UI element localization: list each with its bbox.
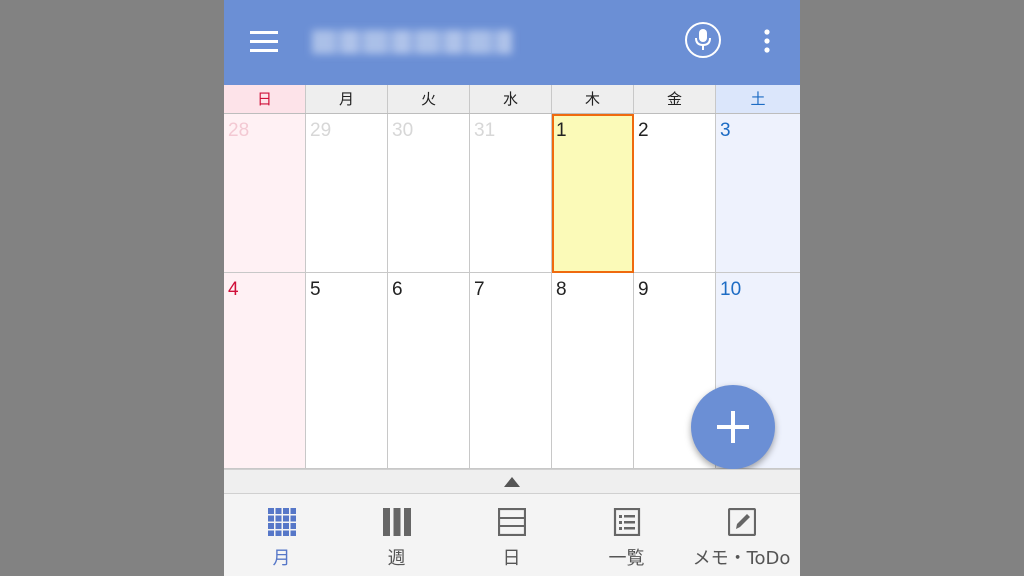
nav-item-2[interactable]: 日: [454, 494, 569, 576]
weekday-label: 月: [306, 85, 388, 113]
nav-item-0[interactable]: 月: [224, 494, 339, 576]
day-number: 7: [474, 279, 485, 300]
plus-icon: [717, 411, 749, 443]
weekday-label: 火: [388, 85, 470, 113]
month-grid-icon: [268, 508, 297, 537]
day-number: 30: [392, 120, 414, 141]
weekday-header: 日月火水木金土: [224, 85, 800, 114]
day-cell[interactable]: 5: [306, 273, 388, 469]
weekday-label: 金: [634, 85, 716, 113]
nav-item-label: メモ・ToDo: [692, 548, 791, 569]
day-number: 29: [310, 120, 332, 141]
day-number: 1: [556, 120, 567, 141]
day-cell[interactable]: 29: [306, 114, 388, 273]
bottom-navigation: 月 週 日 一覧 メモ・ToDo: [224, 494, 800, 576]
weekday-label: 木: [552, 85, 634, 113]
nav-item-4[interactable]: メモ・ToDo: [684, 494, 799, 576]
day-number: 3: [720, 120, 731, 141]
day-number: 6: [392, 279, 403, 300]
nav-item-label: 日: [502, 548, 521, 569]
nav-item-1[interactable]: 週: [339, 494, 454, 576]
expand-handle[interactable]: [224, 469, 800, 494]
nav-item-label: 一覧: [608, 548, 645, 569]
weekday-label: 土: [716, 85, 800, 113]
more-vertical-icon[interactable]: [758, 28, 776, 56]
list-icon: [613, 507, 641, 537]
weekday-label: 日: [224, 85, 306, 113]
add-event-button[interactable]: [691, 385, 775, 469]
day-rows-icon: [497, 507, 527, 537]
week-columns-icon: [383, 508, 411, 536]
hamburger-menu-icon[interactable]: [250, 28, 280, 56]
day-cell[interactable]: 28: [224, 114, 306, 273]
day-cell[interactable]: 2: [634, 114, 716, 273]
nav-item-label: 週: [387, 548, 406, 569]
day-cell[interactable]: 3: [716, 114, 800, 273]
triangle-up-icon: [504, 477, 520, 487]
day-number: 9: [638, 279, 649, 300]
day-number: 28: [228, 120, 250, 141]
day-number: 10: [720, 279, 742, 300]
day-cell[interactable]: 31: [470, 114, 552, 273]
day-number: 4: [228, 279, 239, 300]
day-number: 31: [474, 120, 496, 141]
day-cell[interactable]: 7: [470, 273, 552, 469]
weekday-label: 水: [470, 85, 552, 113]
day-cell[interactable]: 6: [388, 273, 470, 469]
day-number: 8: [556, 279, 567, 300]
memo-pencil-icon: [727, 507, 757, 537]
day-number: 5: [310, 279, 321, 300]
day-cell[interactable]: 4: [224, 273, 306, 469]
microphone-icon[interactable]: [685, 22, 721, 58]
day-cell-today[interactable]: 1: [552, 114, 634, 273]
day-cell[interactable]: 30: [388, 114, 470, 273]
calendar-app: 日月火水木金土 28 29 30 31 1 2 3 4 5 6 7 8 9 10 月週日一覧 メモ・ToDo: [224, 0, 800, 576]
nav-item-label: 月: [272, 548, 291, 569]
day-number: 2: [638, 120, 649, 141]
app-bar: [224, 0, 800, 85]
nav-item-3[interactable]: 一覧: [569, 494, 684, 576]
blurred-title: [312, 30, 512, 54]
day-cell[interactable]: 8: [552, 273, 634, 469]
